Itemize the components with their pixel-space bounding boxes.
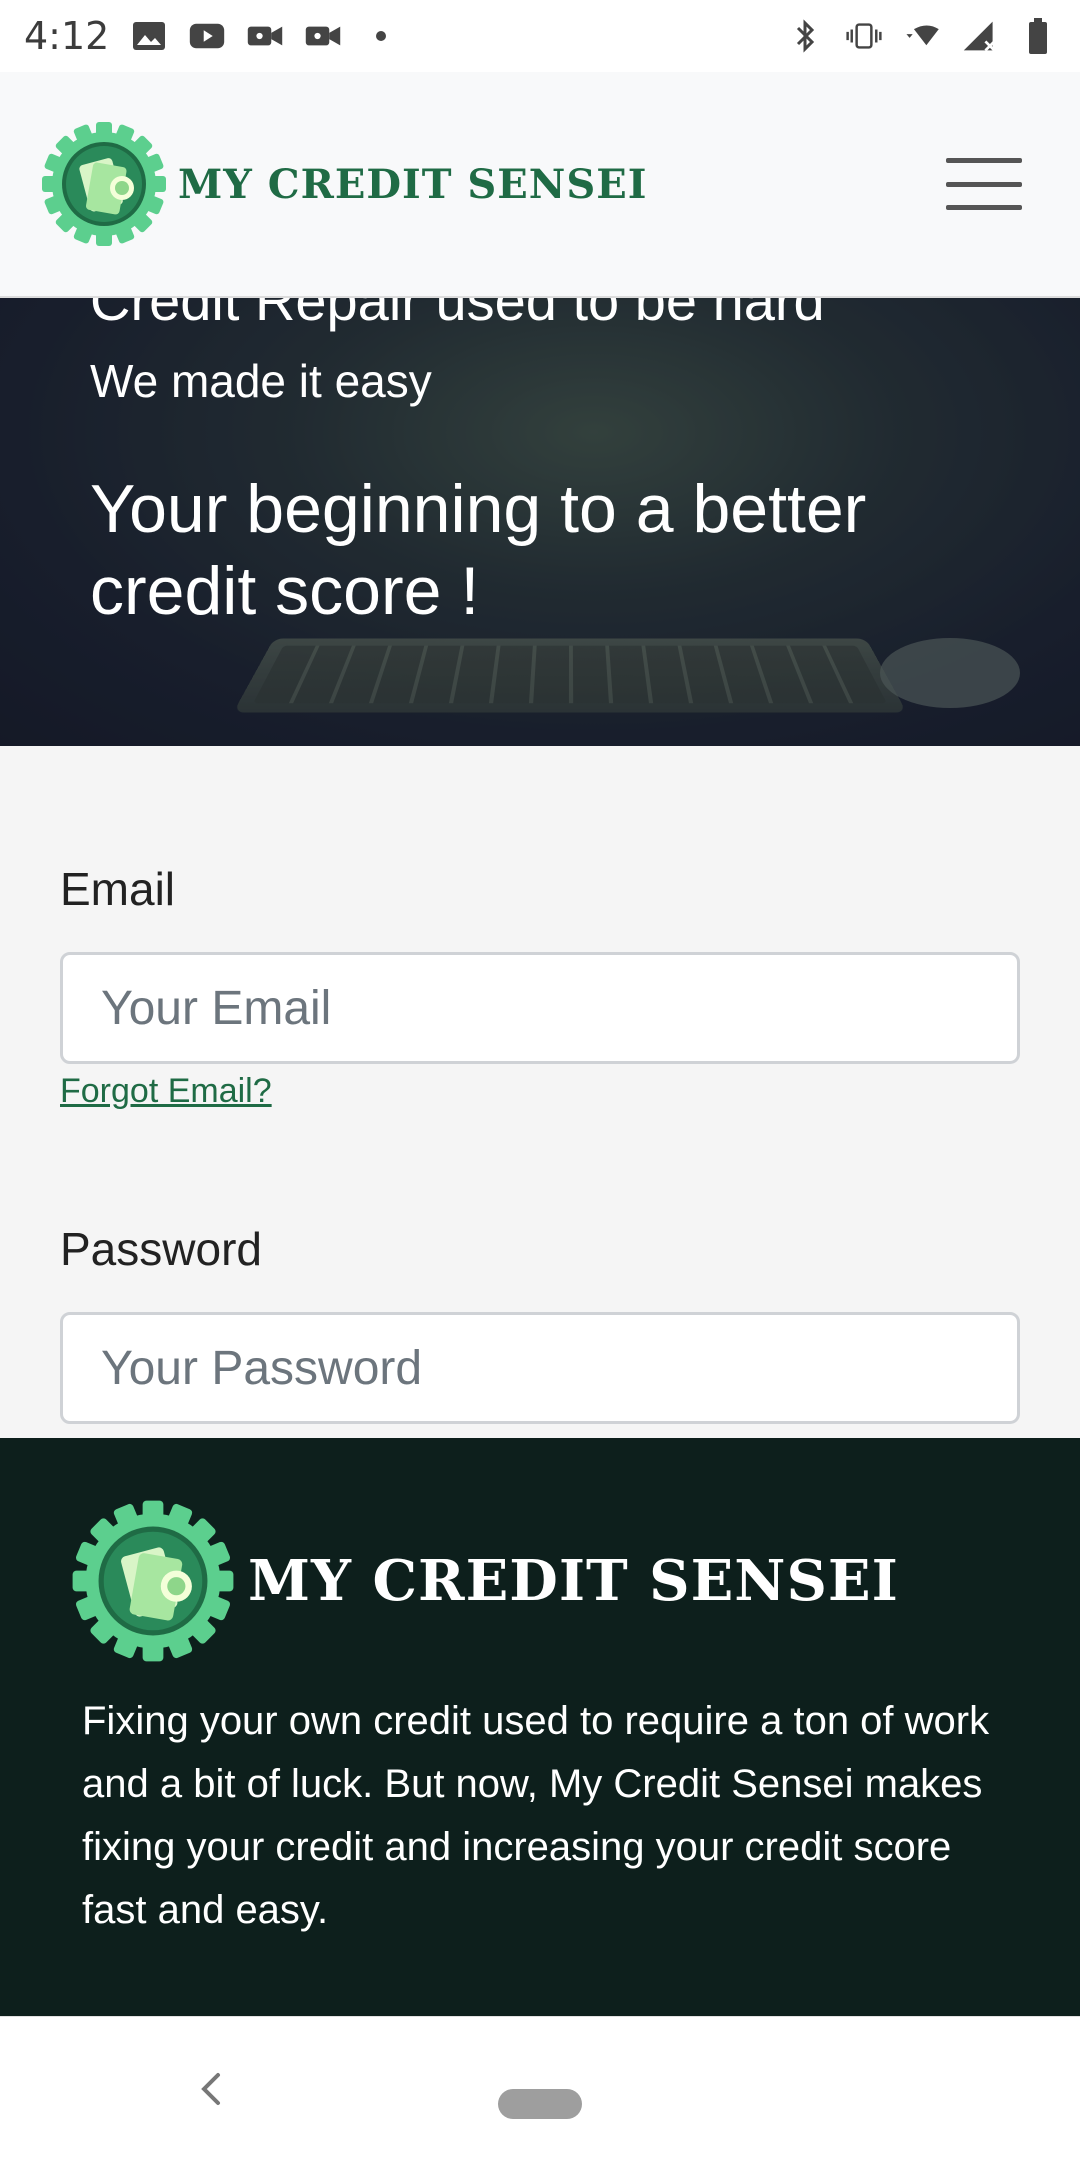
email-label: Email xyxy=(60,863,176,915)
site-header: MY CREDIT SENSEI xyxy=(0,72,1080,298)
dot-icon xyxy=(363,20,399,52)
forgot-email-link[interactable]: Forgot Email? xyxy=(60,1072,272,1111)
youtube-icon xyxy=(189,20,225,52)
status-bar: 4:12 xyxy=(0,0,1080,72)
system-nav-bar xyxy=(0,2016,1080,2160)
brand-name: MY CREDIT SENSEI xyxy=(178,160,648,208)
home-pill-icon[interactable] xyxy=(498,2089,582,2119)
menu-bar xyxy=(946,205,1022,210)
gear-money-logo-icon xyxy=(42,122,166,246)
signal-icon xyxy=(962,20,998,52)
hamburger-menu-icon[interactable] xyxy=(946,154,1022,214)
wifi-icon xyxy=(904,20,940,52)
footer-brand-name: MY CREDIT SENSEI xyxy=(248,1548,899,1614)
menu-bar xyxy=(946,181,1022,187)
video-camera-icon xyxy=(305,20,341,52)
gear-money-logo-icon xyxy=(72,1500,234,1662)
status-right xyxy=(788,18,1056,54)
hero-title: Your beginning to a better credit score … xyxy=(90,471,867,629)
brand-home-link[interactable]: MY CREDIT SENSEI xyxy=(40,120,647,248)
bluetooth-icon xyxy=(788,19,824,53)
footer-brand: MY CREDIT SENSEI xyxy=(70,1498,899,1664)
footer-description: Fixing your own credit used to require a… xyxy=(82,1699,990,1932)
hero-banner: Credit Repair used to be hard We made it… xyxy=(0,298,1080,746)
battery-icon xyxy=(1020,18,1056,54)
login-form: Email Forgot Email? Password xyxy=(0,746,1080,1438)
image-icon xyxy=(131,20,167,52)
status-left: 4:12 xyxy=(24,14,399,58)
status-time: 4:12 xyxy=(24,14,110,58)
video-camera-icon xyxy=(247,20,283,52)
site-footer: MY CREDIT SENSEI Fixing your own credit … xyxy=(0,1438,1080,2016)
password-field[interactable] xyxy=(60,1312,1020,1424)
hero-cut-text: Credit Repair used to be hard xyxy=(90,298,825,332)
hero-subtitle: We made it easy xyxy=(90,355,432,407)
password-label: Password xyxy=(60,1223,262,1275)
back-chevron-icon[interactable] xyxy=(190,2061,230,2117)
email-field[interactable] xyxy=(60,952,1020,1064)
vibrate-icon xyxy=(846,20,882,52)
menu-bar xyxy=(946,158,1022,163)
